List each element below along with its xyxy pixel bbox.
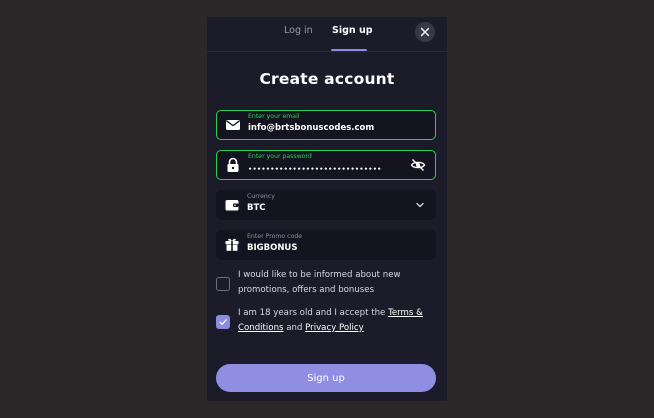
email-value: info@brtsbonuscodes.com xyxy=(248,123,375,133)
signup-button[interactable]: Sign up xyxy=(216,364,436,392)
terms-middle: and xyxy=(283,323,306,333)
password-label: Enter your password xyxy=(248,153,312,160)
terms-prefix: I am 18 years old and I accept the xyxy=(238,308,389,318)
currency-select[interactable]: Currency BTC xyxy=(216,190,436,220)
tab-login[interactable]: Log in xyxy=(284,25,313,36)
email-field[interactable]: Enter your email info@brtsbonuscodes.com xyxy=(216,110,436,140)
privacy-policy-link[interactable]: Privacy Policy xyxy=(305,323,364,333)
promo-value: BIGBONUS xyxy=(247,243,298,253)
promo-label: Enter Promo code xyxy=(247,233,303,240)
currency-label: Currency xyxy=(247,193,275,200)
email-label: Enter your email xyxy=(248,113,300,120)
lock-icon xyxy=(227,157,239,172)
signup-modal: Log in Sign up Create account Enter your… xyxy=(207,17,447,401)
gift-icon xyxy=(225,238,239,251)
envelope-icon xyxy=(226,120,240,130)
password-value: •••••••••••••••••••••••••••••• xyxy=(248,165,382,173)
password-field[interactable]: Enter your password ••••••••••••••••••••… xyxy=(216,150,436,180)
page-title: Create account xyxy=(259,70,395,88)
active-tab-indicator xyxy=(331,49,367,51)
chevron-down-icon xyxy=(416,202,424,208)
tab-signup[interactable]: Sign up xyxy=(332,25,373,36)
close-button[interactable] xyxy=(415,22,435,42)
wallet-icon xyxy=(225,200,239,211)
terms-text: I am 18 years old and I accept the Terms… xyxy=(238,306,433,336)
terms-checkbox[interactable] xyxy=(216,315,230,329)
close-icon xyxy=(420,27,430,37)
newsletter-text: I would like to be informed about new pr… xyxy=(238,270,401,295)
auth-tabs: Log in Sign up xyxy=(207,17,447,52)
checkmark-icon xyxy=(219,319,227,325)
currency-value: BTC xyxy=(247,203,266,213)
eye-off-icon[interactable] xyxy=(410,157,426,173)
promo-code-field[interactable]: Enter Promo code BIGBONUS xyxy=(216,230,436,260)
newsletter-checkbox[interactable] xyxy=(216,277,230,291)
